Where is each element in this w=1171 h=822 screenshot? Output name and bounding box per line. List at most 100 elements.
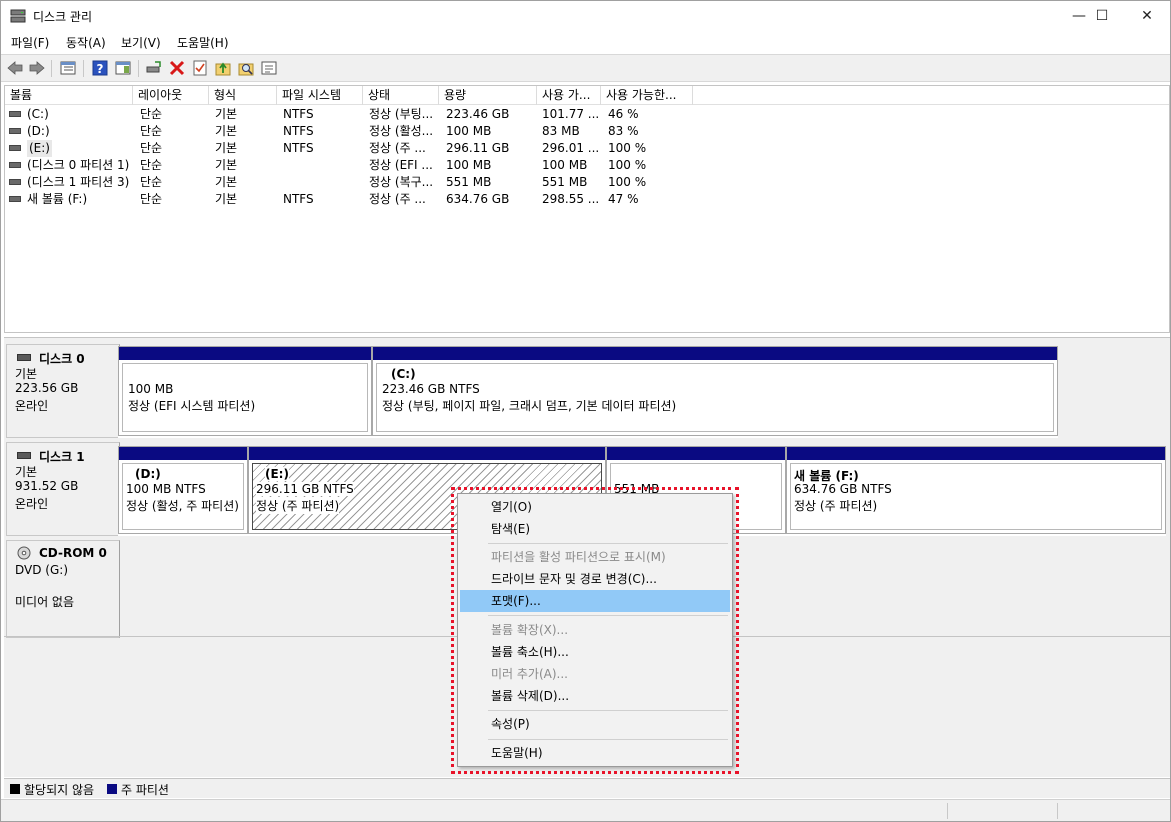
help-icon[interactable]: ?	[91, 59, 109, 77]
disk-name: 디스크 1	[39, 450, 85, 464]
action-pane-icon[interactable]	[114, 59, 132, 77]
partition-body: (C:) 223.46 GB NTFS 정상 (부팅, 페이지 파일, 크래시 …	[376, 363, 1054, 432]
menu-item-help[interactable]: 도움말(H)	[460, 742, 730, 764]
cdrom-0-label[interactable]: CD-ROM 0 DVD (G:) 미디어 없음	[6, 540, 120, 638]
maximize-button[interactable]: ☐	[1079, 1, 1125, 31]
menu-item-add-mirror[interactable]: 미러 추가(A)...	[460, 663, 730, 685]
cell-type: 기본	[215, 124, 238, 138]
partition-status: 정상 (EFI 시스템 파티션)	[128, 399, 256, 413]
partition-c[interactable]: (C:) 223.46 GB NTFS 정상 (부팅, 페이지 파일, 크래시 …	[372, 346, 1058, 436]
maximize-icon: ☐	[1095, 8, 1109, 24]
cell-capacity: 551 MB	[446, 175, 492, 189]
partition-efi[interactable]: 100 MB 정상 (EFI 시스템 파티션)	[118, 346, 372, 436]
disk-type: DVD (G:)	[15, 563, 68, 577]
column-header-percent-free[interactable]: 사용 가능한...	[601, 86, 693, 105]
cell-layout: 단순	[140, 107, 163, 121]
menu-item-mark-active[interactable]: 파티션을 활성 파티션으로 표시(M)	[460, 546, 730, 568]
disk-type: 기본	[15, 367, 38, 381]
status-bar	[1, 799, 1170, 821]
menu-view[interactable]: 보기(V)	[121, 34, 161, 51]
partition-title: (E:)	[265, 467, 289, 481]
table-row[interactable]: (E:) 단순 기본 NTFS 정상 (주 ... 296.11 GB 296.…	[5, 140, 1169, 157]
disk-0-partitions: 100 MB 정상 (EFI 시스템 파티션) (C:) 223.46 GB N…	[118, 346, 1058, 438]
toolbar-separator	[51, 60, 52, 77]
column-header-filesystem[interactable]: 파일 시스템	[277, 86, 363, 105]
window-title: 디스크 관리	[33, 10, 93, 24]
search-folder-icon[interactable]	[237, 59, 255, 77]
volume-icon	[9, 179, 21, 185]
disk-management-app-icon	[10, 9, 26, 23]
column-header-free-space[interactable]: 사용 가...	[537, 86, 601, 105]
menu-item-delete-volume[interactable]: 볼륨 삭제(D)...	[460, 685, 730, 707]
console-tree-icon[interactable]	[59, 59, 77, 77]
menu-action[interactable]: 동작(A)	[66, 34, 106, 51]
table-row[interactable]: (디스크 1 파티션 3) 단순 기본 정상 (복구... 551 MB 551…	[5, 174, 1169, 191]
partition-f[interactable]: 새 볼륨 (F:) 634.76 GB NTFS 정상 (주 파티션)	[786, 446, 1166, 534]
properties-icon[interactable]	[260, 59, 278, 77]
connect-icon[interactable]	[145, 59, 163, 77]
cell-free-space: 100 MB	[542, 158, 588, 172]
partition-d[interactable]: (D:) 100 MB NTFS 정상 (활성, 주 파티션)	[118, 446, 248, 534]
cell-free-space: 298.55 ...	[542, 192, 600, 206]
status-separator	[1057, 803, 1058, 819]
toolbar-separator	[83, 60, 84, 77]
disk-icon	[17, 452, 31, 459]
table-row[interactable]: 새 볼륨 (F:) 단순 기본 NTFS 정상 (주 ... 634.76 GB…	[5, 191, 1169, 208]
cell-layout: 단순	[140, 158, 163, 172]
column-header-volume[interactable]: 볼륨	[5, 86, 133, 105]
column-header-capacity[interactable]: 용량	[439, 86, 537, 105]
legend-swatch-unallocated	[10, 784, 20, 794]
cell-status: 정상 (복구...	[369, 175, 434, 189]
primary-partition-bar	[607, 447, 785, 460]
forward-arrow-icon[interactable]	[28, 59, 46, 77]
cell-free-space: 551 MB	[542, 175, 588, 189]
partition-title: (D:)	[135, 467, 161, 481]
legend-label-primary: 주 파티션	[121, 783, 169, 797]
column-header-layout[interactable]: 레이아웃	[133, 86, 209, 105]
partition-size: 100 MB NTFS	[126, 482, 206, 496]
cell-filesystem: NTFS	[283, 192, 314, 206]
menu-file[interactable]: 파일(F)	[11, 34, 49, 51]
close-button[interactable]: ✕	[1124, 1, 1170, 31]
partition-size: 100 MB	[128, 382, 174, 396]
cell-filesystem: NTFS	[283, 107, 314, 121]
volume-icon	[9, 162, 21, 168]
menu-item-shrink-volume[interactable]: 볼륨 축소(H)...	[460, 641, 730, 663]
column-header-type[interactable]: 형식	[209, 86, 277, 105]
cell-percent-free: 46 %	[608, 107, 639, 121]
legend: 할당되지 않음 주 파티션	[4, 778, 1170, 798]
legend-swatch-primary	[107, 784, 117, 794]
menu-item-extend-volume[interactable]: 볼륨 확장(X)...	[460, 619, 730, 641]
cell-status: 정상 (주 ...	[369, 192, 426, 206]
cell-type: 기본	[215, 141, 238, 155]
table-row[interactable]: (D:) 단순 기본 NTFS 정상 (활성... 100 MB 83 MB 8…	[5, 123, 1169, 140]
cell-free-space: 83 MB	[542, 124, 580, 138]
cell-filesystem: NTFS	[283, 124, 314, 138]
menu-bar: 파일(F) 동작(A) 보기(V) 도움말(H)	[1, 31, 1170, 53]
disk-0-label[interactable]: 디스크 0 기본 223.56 GB 온라인	[6, 344, 120, 438]
menu-item-properties[interactable]: 속성(P)	[460, 713, 730, 735]
toolbar-separator	[138, 60, 139, 77]
cell-layout: 단순	[140, 124, 163, 138]
title-bar: 디스크 관리 — ☐ ✕	[1, 1, 1170, 31]
cell-type: 기본	[215, 158, 238, 172]
disk-status: 온라인	[15, 399, 49, 413]
disk-icon	[17, 354, 31, 361]
close-icon: ✕	[1141, 8, 1153, 24]
cd-icon	[17, 546, 31, 560]
table-row[interactable]: (C:) 단순 기본 NTFS 정상 (부팅... 223.46 GB 101.…	[5, 106, 1169, 123]
cell-volume: (E:)	[27, 140, 52, 157]
disk-1-label[interactable]: 디스크 1 기본 931.52 GB 온라인	[6, 442, 120, 536]
column-header-status[interactable]: 상태	[363, 86, 439, 105]
delete-icon[interactable]	[168, 59, 186, 77]
menu-help[interactable]: 도움말(H)	[177, 34, 229, 51]
menu-item-explore[interactable]: 탐색(E)	[460, 518, 730, 540]
cell-volume: 새 볼륨 (F:)	[27, 192, 88, 206]
up-folder-icon[interactable]	[214, 59, 232, 77]
back-arrow-icon[interactable]	[6, 59, 24, 77]
table-row[interactable]: (디스크 0 파티션 1) 단순 기본 정상 (EFI ... 100 MB 1…	[5, 157, 1169, 174]
checklist-icon[interactable]	[191, 59, 209, 77]
menu-item-change-drive-letter[interactable]: 드라이브 문자 및 경로 변경(C)...	[460, 568, 730, 590]
menu-item-open[interactable]: 열기(O)	[460, 496, 730, 518]
menu-item-format[interactable]: 포맷(F)...	[460, 590, 730, 612]
